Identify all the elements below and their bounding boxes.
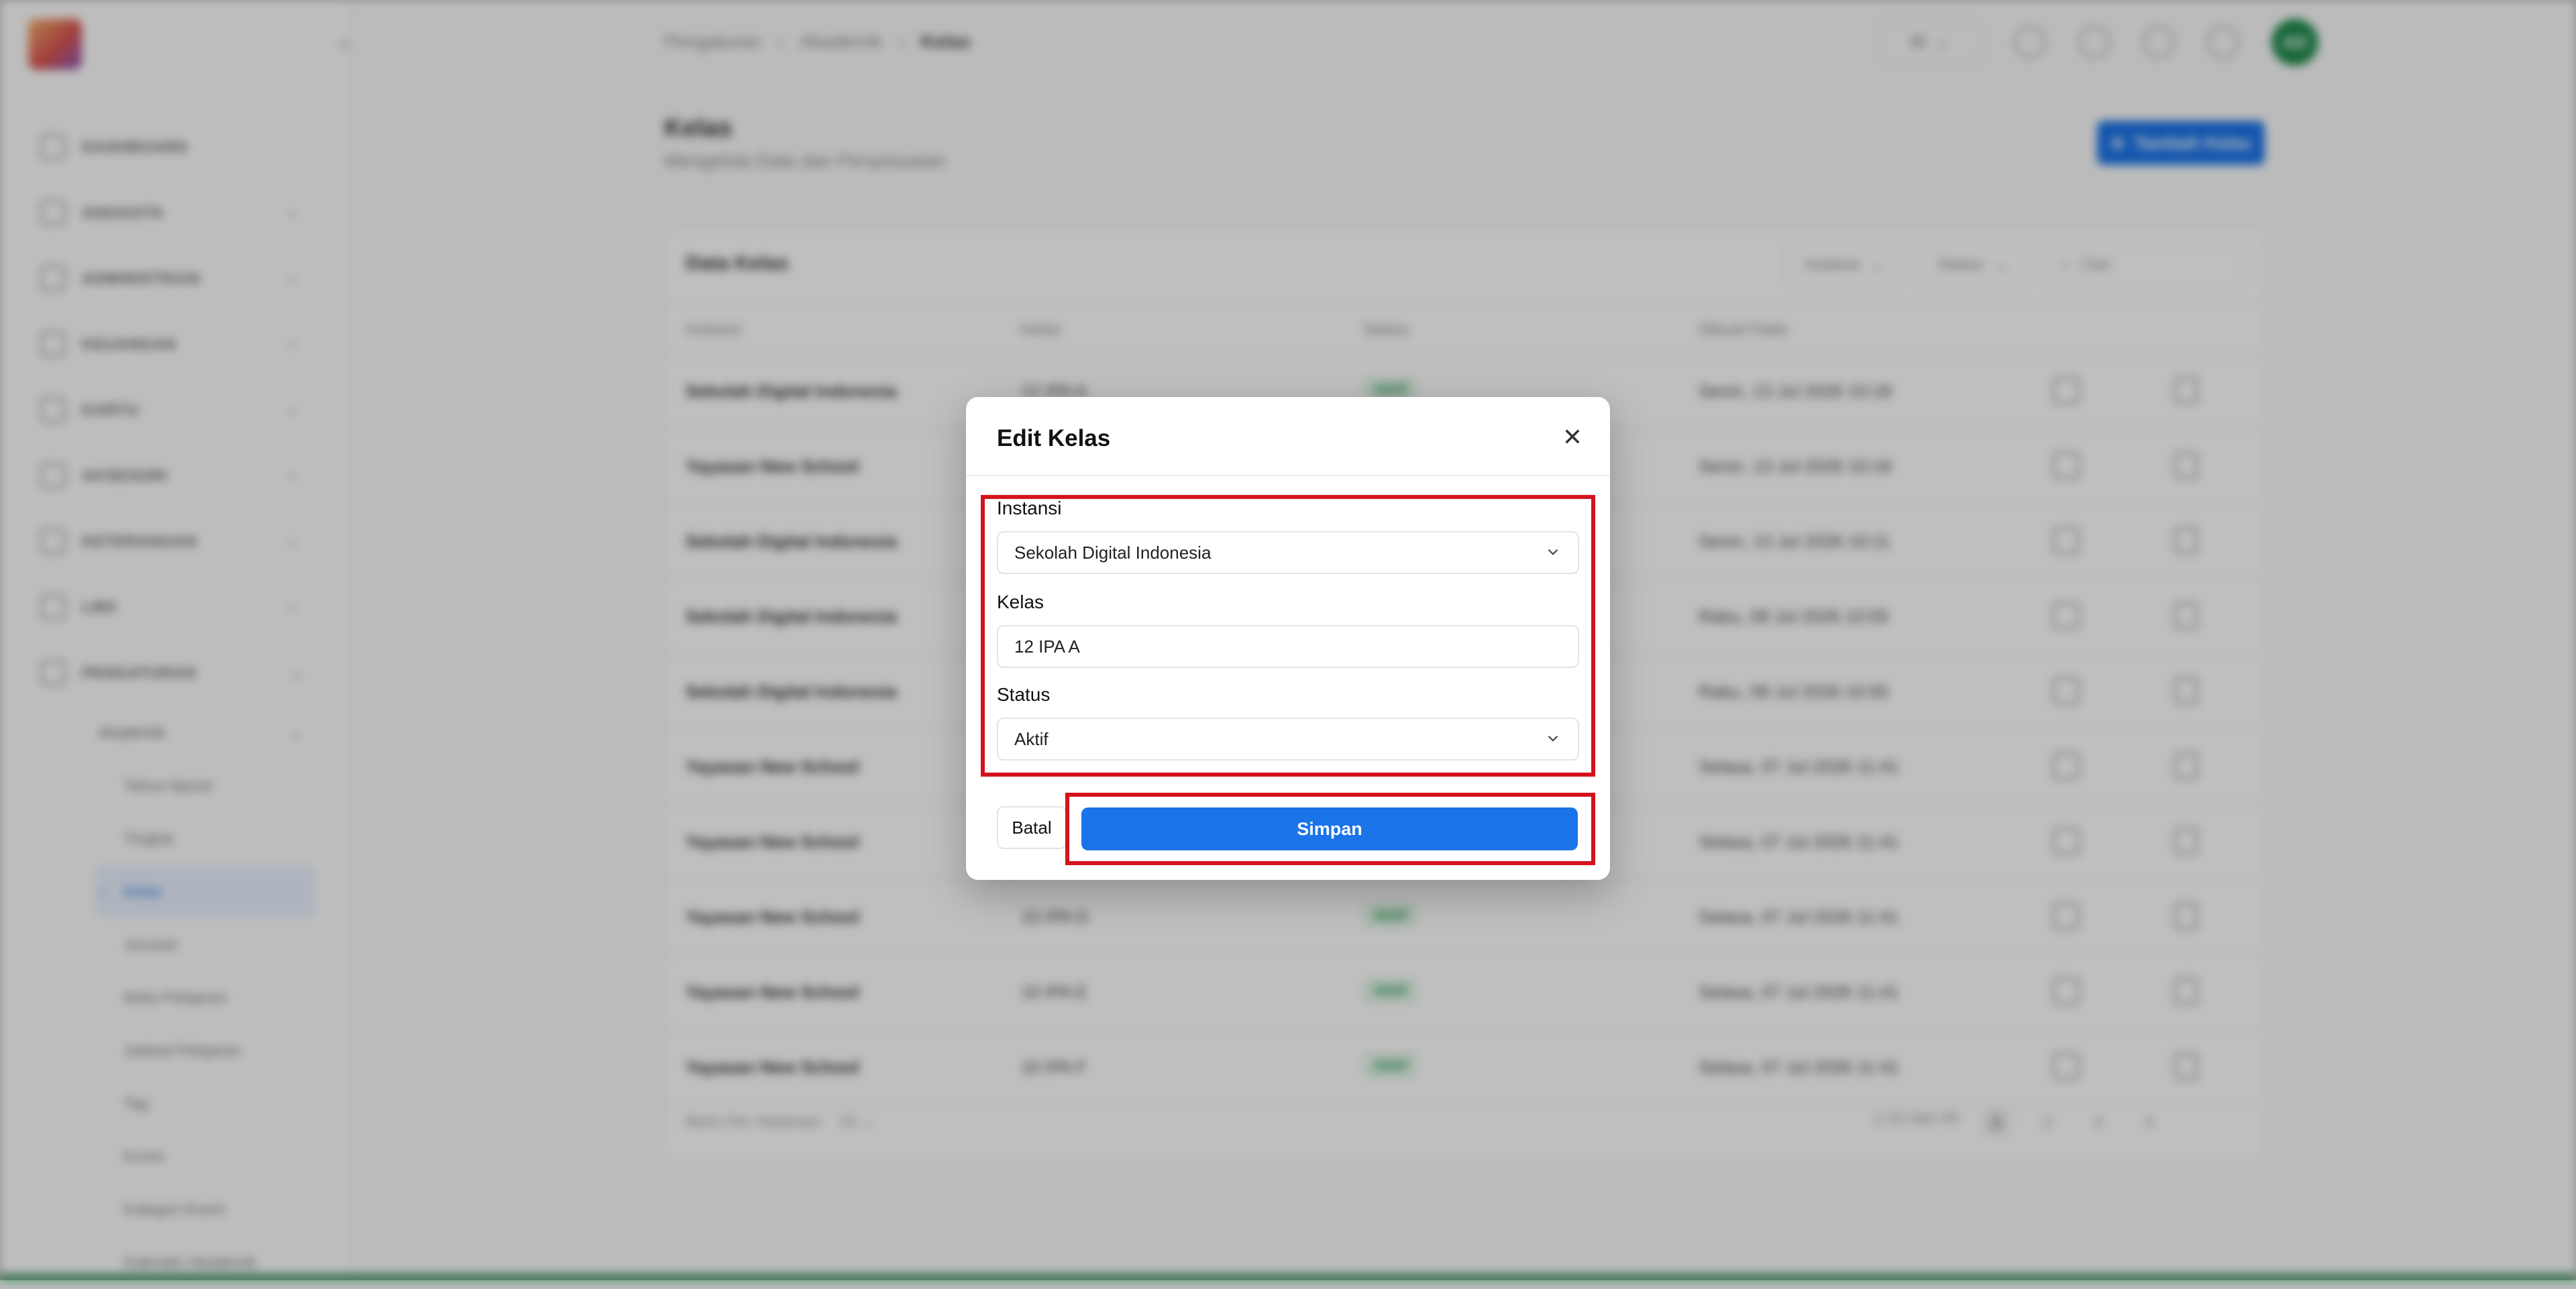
status-label: Status xyxy=(997,684,1051,705)
chevron-down-icon xyxy=(1548,549,1558,555)
kelas-label: Kelas xyxy=(997,592,1044,612)
instansi-label: Instansi xyxy=(997,498,1062,518)
dialog-title: Edit Kelas xyxy=(997,425,1111,451)
kelas-input[interactable]: 12 IPA A xyxy=(997,625,1579,668)
instansi-select[interactable]: Sekolah Digital Indonesia xyxy=(997,531,1579,574)
close-icon[interactable]: ✕ xyxy=(1556,421,1589,453)
status-select[interactable]: Aktif xyxy=(997,718,1579,761)
chevron-down-icon xyxy=(1548,735,1558,742)
cancel-button[interactable]: Batal xyxy=(997,806,1067,849)
save-button[interactable]: Simpan xyxy=(1081,807,1578,850)
dialog-divider xyxy=(966,475,1610,476)
edit-class-dialog: Edit Kelas ✕ Instansi Sekolah Digital In… xyxy=(966,397,1610,880)
